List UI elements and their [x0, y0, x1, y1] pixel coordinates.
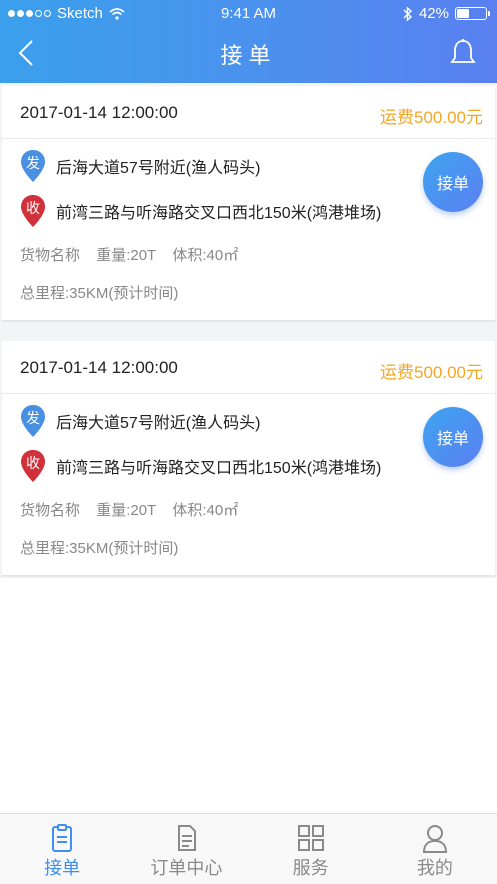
accept-order-button[interactable]: 接单	[423, 152, 483, 212]
cargo-info: 货物名称 重量:20T 体积:40㎡	[20, 499, 250, 520]
tab-label: 接单	[44, 858, 81, 878]
clipboard-icon	[52, 824, 73, 852]
from-badge: 发	[26, 155, 40, 171]
from-row: 发 后海大道57号附近(渔人码头)	[20, 404, 260, 438]
to-pin-icon: 收	[20, 449, 46, 483]
status-bar: Sketch 9:41 AM 42%	[0, 0, 497, 28]
to-row: 收 前湾三路与听海路交叉口西北150米(鸿港堆场)	[20, 194, 381, 228]
distance-info: 总里程:35KM(预计时间)	[20, 540, 179, 557]
from-pin-icon: 发	[20, 149, 46, 183]
tab-order-center[interactable]: 订单中心	[124, 814, 248, 884]
from-row: 发 后海大道57号附近(渔人码头)	[20, 149, 260, 183]
bluetooth-icon	[403, 5, 412, 22]
battery-percent: 42%	[418, 5, 449, 22]
order-fee: 运费500.00元	[380, 363, 483, 382]
user-icon	[422, 825, 447, 853]
distance-info: 总里程:35KM(预计时间)	[20, 285, 179, 302]
order-datetime: 2017-01-14 12:00:00	[20, 103, 178, 122]
cargo-volume: 体积:40㎡	[172, 502, 239, 519]
cargo-volume: 体积:40㎡	[172, 247, 239, 264]
bell-icon	[450, 39, 476, 63]
tab-bar: 接单 订单中心 服务 我的	[0, 813, 497, 884]
to-badge: 收	[26, 200, 40, 216]
page-title: 接单	[220, 43, 277, 68]
from-badge: 发	[26, 410, 40, 426]
to-pin-icon: 收	[20, 194, 46, 228]
tab-label: 我的	[416, 858, 453, 878]
accept-order-button[interactable]: 接单	[423, 407, 483, 467]
cargo-name: 货物名称	[20, 247, 81, 264]
order-fee: 运费500.00元	[380, 108, 483, 127]
to-address: 前湾三路与听海路交叉口西北150米(鸿港堆场)	[56, 205, 382, 222]
order-list: 2017-01-14 12:00:00 运费500.00元 发 后海大道57号附…	[0, 83, 497, 813]
tab-label: 订单中心	[150, 858, 223, 878]
tab-services[interactable]: 服务	[249, 814, 373, 884]
order-card: 2017-01-14 12:00:00 运费500.00元 发 后海大道57号附…	[2, 86, 495, 321]
to-address: 前湾三路与听海路交叉口西北150米(鸿港堆场)	[56, 460, 382, 477]
order-card: 2017-01-14 12:00:00 运费500.00元 发 后海大道57号附…	[2, 341, 495, 576]
tab-mine[interactable]: 我的	[373, 814, 497, 884]
from-address: 后海大道57号附近(渔人码头)	[56, 160, 261, 177]
cargo-weight: 重量:20T	[96, 502, 157, 519]
notification-button[interactable]	[449, 38, 477, 68]
battery-icon	[455, 7, 490, 20]
empty-area	[0, 578, 497, 813]
cargo-weight: 重量:20T	[96, 247, 157, 264]
to-row: 收 前湾三路与听海路交叉口西北150米(鸿港堆场)	[20, 449, 381, 483]
to-badge: 收	[26, 455, 40, 471]
grid-icon	[297, 825, 324, 851]
document-icon	[178, 825, 197, 851]
app-header: Sketch 9:41 AM 42% 接单	[0, 0, 497, 83]
cargo-info: 货物名称 重量:20T 体积:40㎡	[20, 244, 250, 265]
tab-label: 服务	[292, 858, 329, 878]
order-datetime: 2017-01-14 12:00:00	[20, 358, 178, 377]
cargo-name: 货物名称	[20, 502, 81, 519]
tab-accept-order[interactable]: 接单	[0, 814, 124, 884]
from-pin-icon: 发	[20, 404, 46, 438]
from-address: 后海大道57号附近(渔人码头)	[56, 415, 261, 432]
